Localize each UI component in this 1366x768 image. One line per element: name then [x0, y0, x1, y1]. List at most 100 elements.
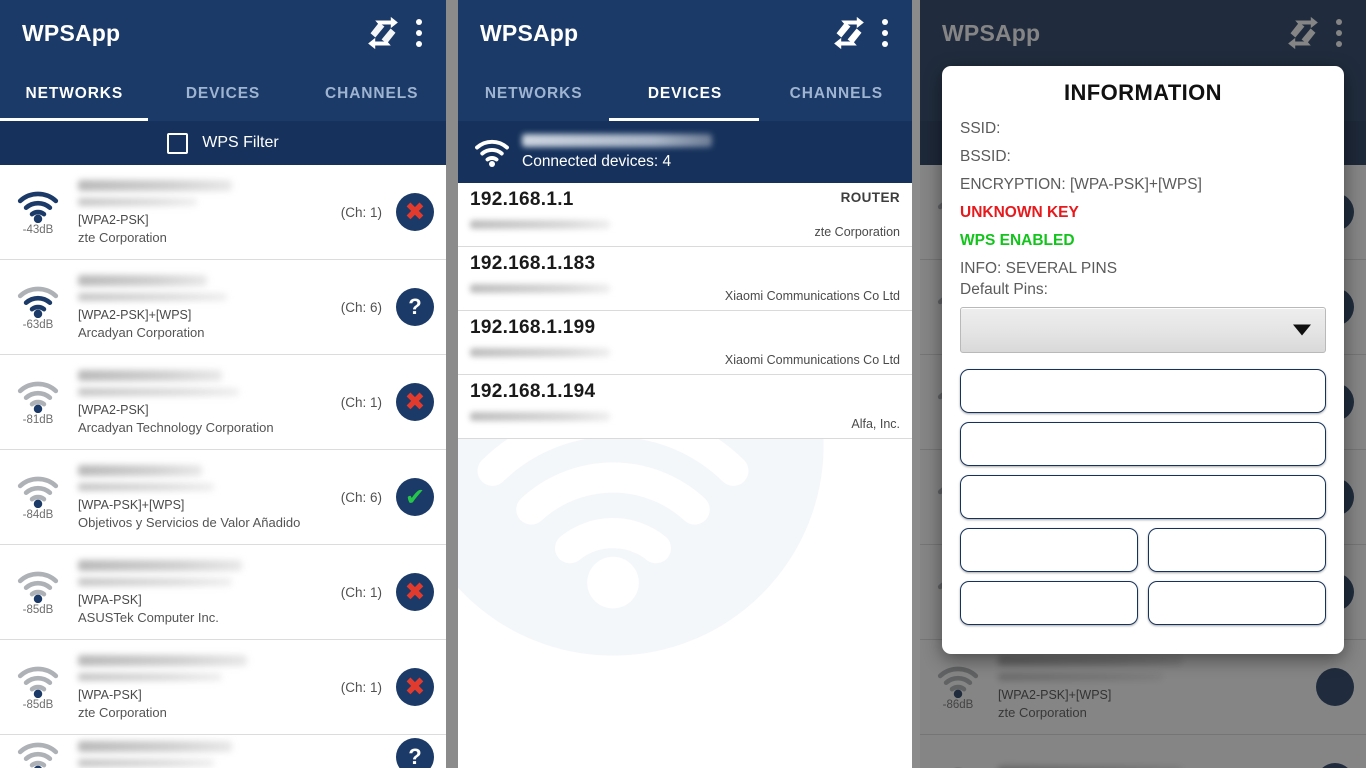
network-channel: (Ch: 6)	[340, 489, 382, 505]
screenshot-panel-info: WPSApp -86dB[WPA2-PSK]+[WPS]zte Corporat…	[920, 0, 1366, 768]
panel-divider-2	[912, 0, 920, 768]
network-info: [WPA-PSK] zte Corporation	[72, 654, 326, 720]
ssid-blurred	[78, 740, 232, 752]
network-vendor: zte Corporation	[78, 704, 167, 720]
network-info	[72, 740, 326, 768]
network-vendor: Arcadyan Technology Corporation	[78, 419, 274, 435]
tab-channels[interactable]: CHANNELS	[761, 66, 912, 121]
back-button[interactable]: BACK	[1148, 581, 1326, 625]
ssid-blurred	[78, 369, 222, 381]
signal-cell: -84dB	[4, 474, 72, 521]
wps-filter-checkbox[interactable]	[167, 132, 189, 154]
device-mac-blurred	[470, 348, 610, 357]
connect-with-pin-button[interactable]: CONNECT WITH PIN	[960, 422, 1326, 466]
default-pins-select[interactable]	[960, 307, 1326, 353]
panel-divider-1	[446, 0, 458, 768]
signal-dbm: -84dB	[22, 508, 54, 521]
signal-dbm: -85dB	[22, 603, 54, 616]
overflow-menu-icon[interactable]	[882, 19, 888, 47]
network-channel: (Ch: 6)	[340, 299, 382, 315]
cross-icon[interactable]: ✖	[396, 668, 434, 706]
wps-filter-bar[interactable]: WPS Filter	[0, 121, 446, 165]
cross-icon[interactable]: ✖	[396, 573, 434, 611]
tab-devices[interactable]: DEVICES	[149, 66, 298, 121]
refresh-sync-icon[interactable]	[366, 16, 400, 50]
network-row[interactable]: -81dB [WPA2-PSK] Arcadyan Technology Corpo…	[0, 355, 446, 450]
dialog-default-pins-label: Default Pins:	[960, 281, 1048, 298]
network-channel: (Ch: 1)	[340, 204, 382, 220]
arcadyan-algorithm-button[interactable]: ARCADYAN ALGORITHM	[960, 528, 1138, 572]
ssid-blurred	[78, 559, 242, 571]
wps-lock-button[interactable]: WPS LOCK	[960, 581, 1138, 625]
device-mac-blurred	[470, 412, 610, 421]
dialog-info-text: INFO: SEVERAL PINS	[960, 260, 1118, 277]
device-row[interactable]: 192.168.1.183 Xiaomi Communications Co Lt…	[458, 247, 912, 311]
device-row[interactable]: 192.168.1.199 Xiaomi Communications Co Lt…	[458, 311, 912, 375]
question-icon[interactable]: ?	[396, 738, 434, 768]
networks-list[interactable]: -43dB [WPA2-PSK] zte Corporation (Ch: 1) ✖ -6…	[0, 165, 446, 768]
device-ip: 192.168.1.194	[470, 381, 596, 402]
signal-dbm: -85dB	[22, 698, 54, 711]
network-vendor: zte Corporation	[78, 229, 167, 245]
question-icon[interactable]: ?	[396, 288, 434, 326]
network-row[interactable]: -85dB [WPA-PSK] ASUSTek Computer Inc. (Ch: …	[0, 545, 446, 640]
cross-icon[interactable]: ✖	[396, 193, 434, 231]
lock-back-button-row: WPS LOCK BACK	[960, 581, 1326, 634]
signal-cell: -81dB	[4, 379, 72, 426]
network-vendor: Objetivos y Servicios de Valor Añadido	[78, 514, 301, 530]
network-encryption: [WPA2-PSK]	[78, 212, 149, 227]
check-icon[interactable]: ✔	[396, 478, 434, 516]
tab-networks[interactable]: NETWORKS	[458, 66, 609, 121]
device-row[interactable]: 192.168.1.194 Alfa, Inc.	[458, 375, 912, 439]
cross-icon[interactable]: ✖	[396, 383, 434, 421]
app-title: WPSApp	[480, 19, 579, 46]
network-row[interactable]: -85dB [WPA-PSK] zte Corporation (Ch: 1) ✖	[0, 640, 446, 735]
device-row[interactable]: 192.168.1.1 ROUTER zte Corporation	[458, 183, 912, 247]
network-encryption: [WPA-PSK]+[WPS]	[78, 497, 185, 512]
network-row[interactable]: ?	[0, 735, 446, 768]
tab-channels[interactable]: CHANNELS	[297, 66, 446, 121]
device-ip: 192.168.1.1	[470, 189, 574, 210]
device-ip: 192.168.1.183	[470, 253, 596, 274]
ssid-blurred	[78, 274, 207, 286]
refresh-sync-icon[interactable]	[832, 16, 866, 50]
signal-strength-icon	[17, 286, 59, 318]
device-vendor: zte Corporation	[814, 225, 900, 239]
bssid-blurred	[78, 758, 215, 767]
network-info: [WPA2-PSK]+[WPS] Arcadyan Corporation	[72, 274, 326, 340]
app-bar-networks: WPSApp	[0, 0, 446, 66]
app-bar-devices: WPSApp	[458, 0, 912, 66]
devices-list[interactable]: 192.168.1.1 ROUTER zte Corporation 192.168.…	[458, 183, 912, 439]
signal-dbm: -43dB	[22, 223, 54, 236]
network-row[interactable]: -43dB [WPA2-PSK] zte Corporation (Ch: 1) ✖	[0, 165, 446, 260]
network-row[interactable]: -63dB [WPA2-PSK]+[WPS] Arcadyan Corporatio…	[0, 260, 446, 355]
dialog-key-status: UNKNOWN KEY	[960, 204, 1079, 221]
tab-bar-networks: NETWORKS DEVICES CHANNELS	[0, 66, 446, 121]
screenshot-panel-devices: WPSApp NETWORKS DEVICES CHANNELS Connect…	[458, 0, 912, 768]
connected-devices-count: Connected devices: 4	[522, 152, 672, 170]
signal-cell: -85dB	[4, 664, 72, 711]
connect-with-key-button[interactable]: CONNECT WITH KEY	[960, 369, 1326, 413]
device-mac-blurred	[470, 284, 610, 293]
network-encryption: [WPA2-PSK]+[WPS]	[78, 307, 192, 322]
network-info: [WPA2-PSK] zte Corporation	[72, 179, 326, 245]
tab-indicator	[0, 118, 148, 121]
signal-dbm: -81dB	[22, 413, 54, 426]
ssid-blurred	[78, 654, 247, 666]
bssid-blurred	[78, 197, 198, 206]
app-title: WPSApp	[22, 19, 121, 46]
network-row[interactable]: -84dB [WPA-PSK]+[WPS] Objetivos y Servicio…	[0, 450, 446, 545]
device-vendor: Alfa, Inc.	[851, 417, 900, 431]
tab-networks[interactable]: NETWORKS	[0, 66, 149, 121]
tab-devices[interactable]: DEVICES	[609, 66, 760, 121]
network-info: [WPA-PSK] ASUSTek Computer Inc.	[72, 559, 326, 625]
network-vendor: ASUSTek Computer Inc.	[78, 609, 219, 625]
network-encryption: [WPA-PSK]	[78, 592, 142, 607]
belkin-algorithm-button[interactable]: BELKIN ALGORITHM	[1148, 528, 1326, 572]
dialog-bssid: BSSID:	[960, 148, 1011, 165]
network-info: [WPA-PSK]+[WPS] Objetivos y Servicios de …	[72, 464, 326, 530]
algorithm-button-row: ARCADYAN ALGORITHM BELKIN ALGORITHM	[960, 528, 1326, 581]
overflow-menu-icon[interactable]	[416, 19, 422, 47]
custom-pin-button[interactable]: CUSTOM PIN	[960, 475, 1326, 519]
network-encryption: [WPA-PSK]	[78, 687, 142, 702]
